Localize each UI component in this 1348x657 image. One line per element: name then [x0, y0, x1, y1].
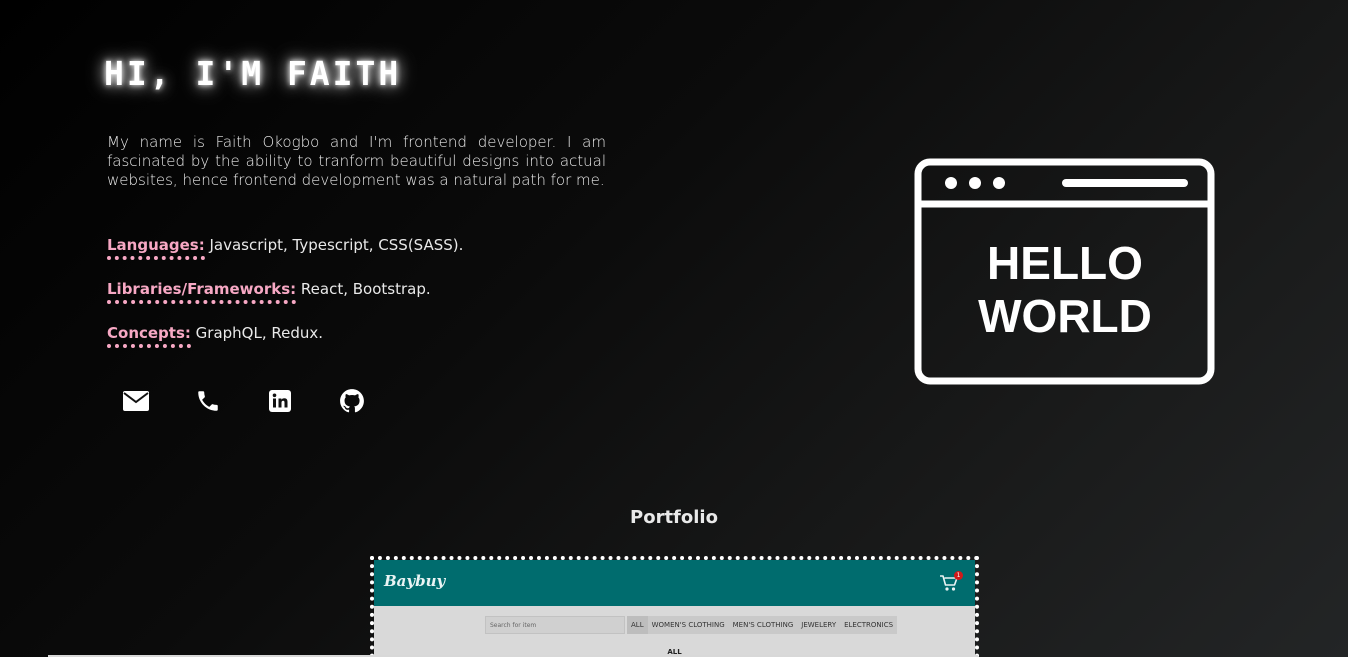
portfolio-project-card[interactable]: Baybuy 1 Search for item ALL WOMEN'S CLO…: [370, 556, 979, 657]
project-nav-item: MEN'S CLOTHING: [732, 621, 794, 629]
skill-concepts-label: Concepts:: [107, 324, 191, 348]
project-nav-item: JEWELERY: [801, 621, 837, 629]
hello-world-browser-illustration: HELLO WORLD: [914, 158, 1215, 385]
illustration-line1: HELLO: [987, 237, 1143, 289]
project-logo: Baybuy: [384, 572, 446, 590]
skill-languages-label: Languages:: [107, 236, 205, 260]
project-nav-item: WOMEN'S CLOTHING: [651, 621, 725, 629]
skill-languages-value: Javascript, Typescript, CSS(SASS).: [204, 236, 464, 254]
project-nav-item: ALL: [627, 616, 648, 634]
linkedin-icon[interactable]: [266, 387, 294, 415]
github-icon[interactable]: [338, 387, 366, 415]
mail-icon[interactable]: [122, 387, 150, 415]
project-search-field: Search for item: [485, 616, 625, 634]
project-nav-item: ELECTRONICS: [844, 621, 894, 629]
skill-languages: Languages: Javascript, Typescript, CSS(S…: [107, 236, 464, 260]
skill-libraries-value: React, Bootstrap.: [296, 280, 431, 298]
skill-libraries-label: Libraries/Frameworks:: [107, 280, 297, 304]
skill-libraries: Libraries/Frameworks: React, Bootstrap.: [107, 280, 431, 304]
bio-paragraph: My name is Faith Okogbo and I'm frontend…: [107, 133, 606, 189]
contact-bar: [122, 387, 366, 415]
phone-icon[interactable]: [194, 387, 222, 415]
project-screenshot-body: Search for item ALL WOMEN'S CLOTHING MEN…: [374, 606, 975, 657]
portfolio-heading: Portfolio: [630, 507, 718, 528]
cart-count-badge: 1: [954, 571, 963, 580]
illustration-line2: WORLD: [978, 290, 1152, 342]
project-category-nav: ALL WOMEN'S CLOTHING MEN'S CLOTHING JEWE…: [627, 616, 898, 634]
skill-concepts: Concepts: GraphQL, Redux.: [107, 324, 324, 348]
project-screenshot-header: Baybuy 1: [374, 560, 975, 606]
hero-title: HI, I'M FAITH: [104, 54, 402, 93]
skill-concepts-value: GraphQL, Redux.: [190, 324, 324, 342]
